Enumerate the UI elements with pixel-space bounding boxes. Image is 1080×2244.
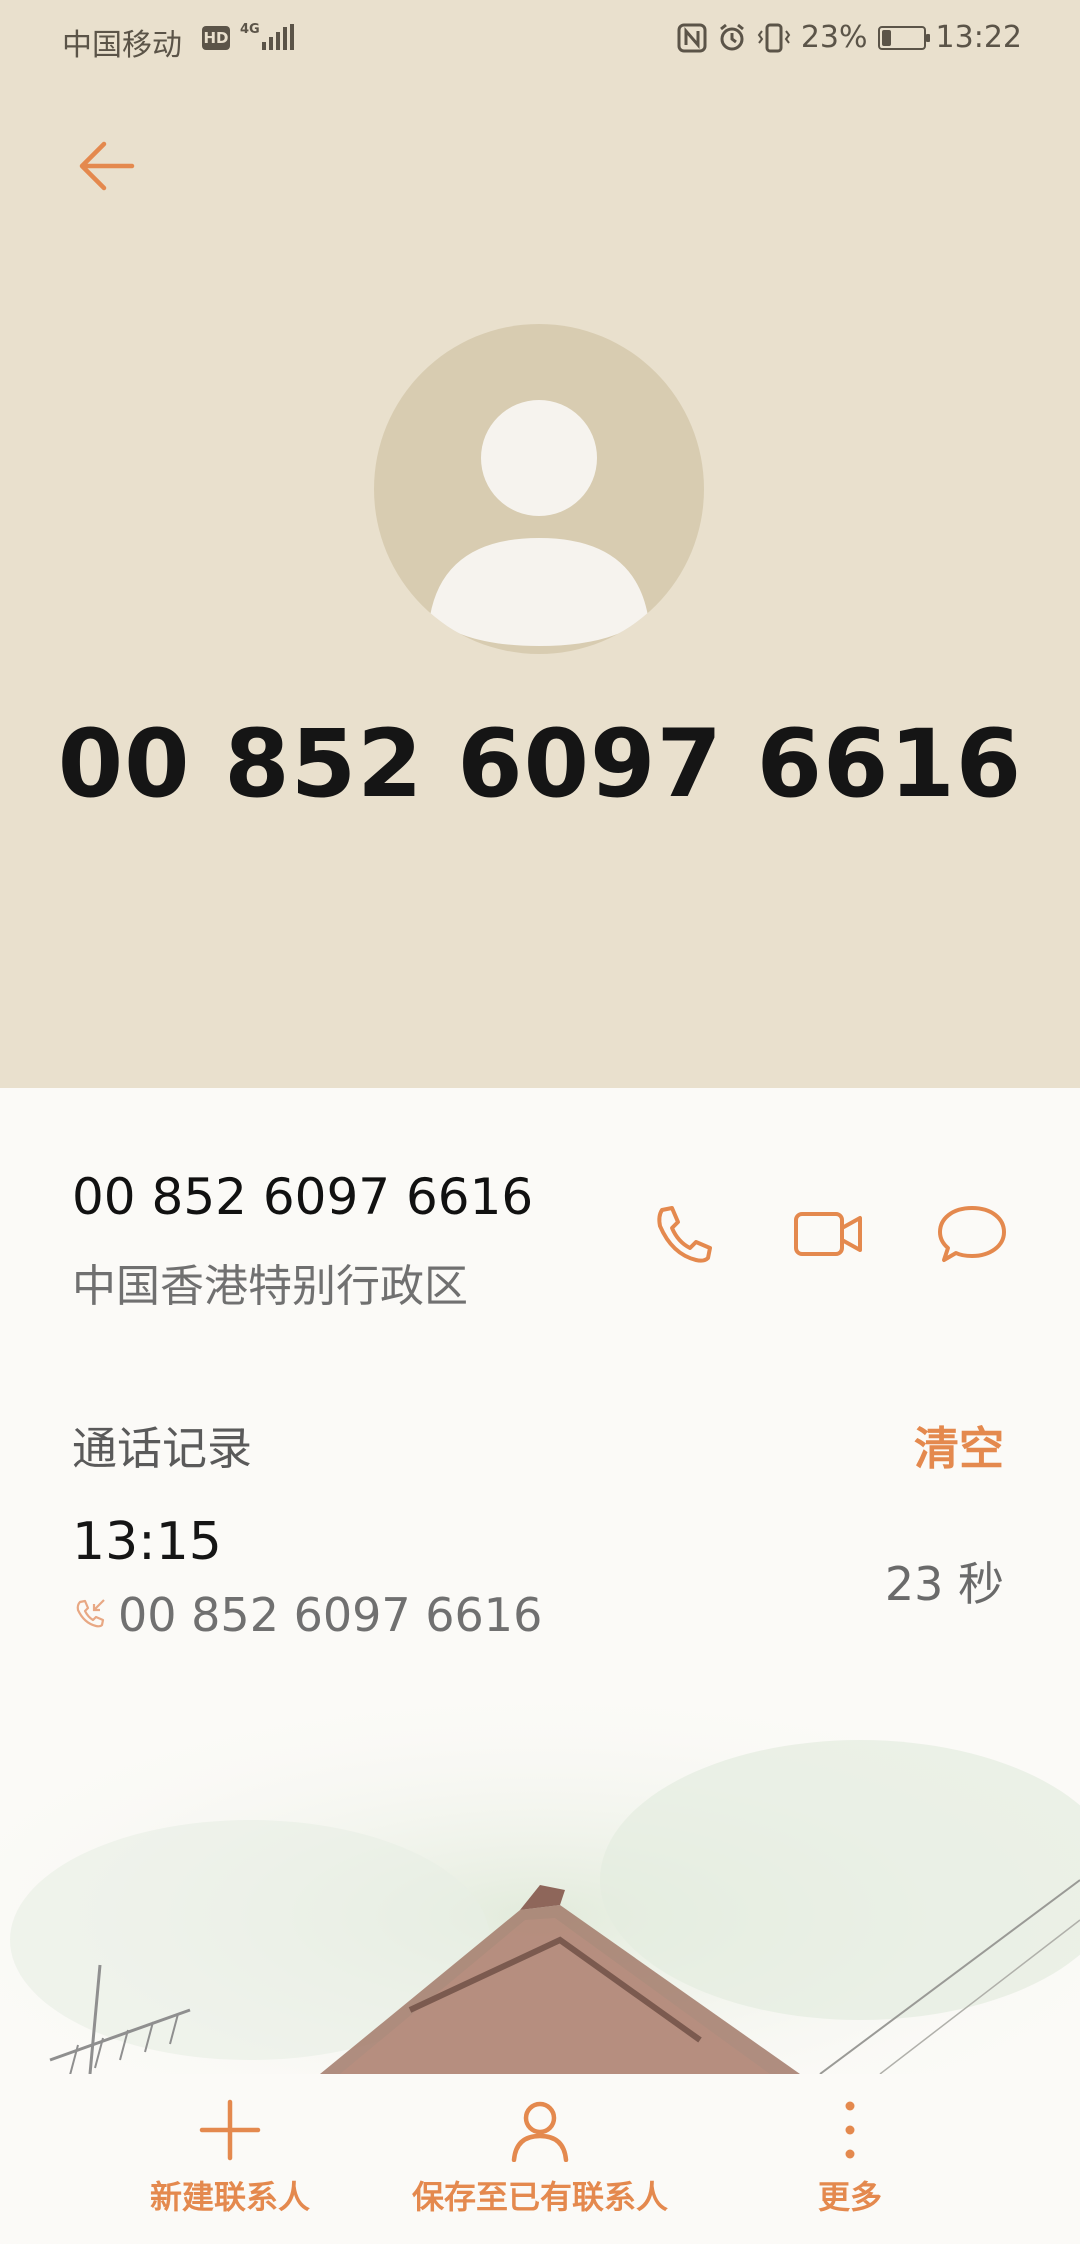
alarm-icon [719, 23, 744, 50]
background-illustration [0, 1680, 1080, 2074]
back-arrow-icon[interactable] [74, 134, 138, 198]
more-button[interactable]: 更多 [790, 2098, 910, 2218]
avatar [374, 324, 704, 654]
clock: 13:22 [935, 20, 1022, 55]
status-bar: 中国移动 HD 4G 23% 13:22 [0, 0, 1080, 80]
new-contact-label: 新建联系人 [149, 2178, 310, 2216]
more-label: 更多 [817, 2178, 882, 2216]
carrier-name: 中国移动 [62, 28, 182, 63]
nfc-icon [677, 23, 707, 52]
signal-icon [262, 24, 294, 50]
incoming-call-icon [76, 1599, 105, 1628]
person-silhouette-icon [430, 400, 648, 646]
video-call-icon[interactable] [792, 1202, 864, 1266]
battery-icon [877, 25, 930, 50]
battery-level [881, 29, 891, 46]
page-title-number: 00 852 6097 6616 [57, 710, 1023, 819]
call-duration: 23 秒 [884, 1557, 1004, 1611]
save-to-existing-contact-button[interactable]: 保存至已有联系人 [400, 2098, 680, 2218]
message-icon[interactable] [936, 1202, 1008, 1266]
call-log-title: 通话记录 [72, 1422, 253, 1475]
clear-button[interactable]: 清空 [914, 1412, 1004, 1477]
more-vertical-icon [845, 2101, 855, 2159]
contact-number[interactable]: 00 852 6097 6616 [72, 1168, 533, 1226]
person-icon [511, 2101, 569, 2162]
save-to-existing-label: 保存至已有联系人 [411, 2178, 668, 2216]
phone-icon[interactable] [648, 1202, 720, 1266]
vibrate-icon [757, 23, 791, 52]
contact-region: 中国香港特别行政区 [72, 1261, 468, 1312]
new-contact-button[interactable]: 新建联系人 [140, 2098, 320, 2218]
contact-header: 中国移动 HD 4G 23% 13:22 00 852 6097 6616 [0, 0, 1080, 1088]
call-number: 00 852 6097 6616 [118, 1588, 543, 1642]
network-type: 4G [240, 22, 260, 37]
call-time: 13:15 [72, 1512, 222, 1572]
plus-icon [199, 2099, 261, 2161]
battery-percent: 23% [800, 20, 868, 55]
hd-badge: HD [202, 26, 230, 50]
